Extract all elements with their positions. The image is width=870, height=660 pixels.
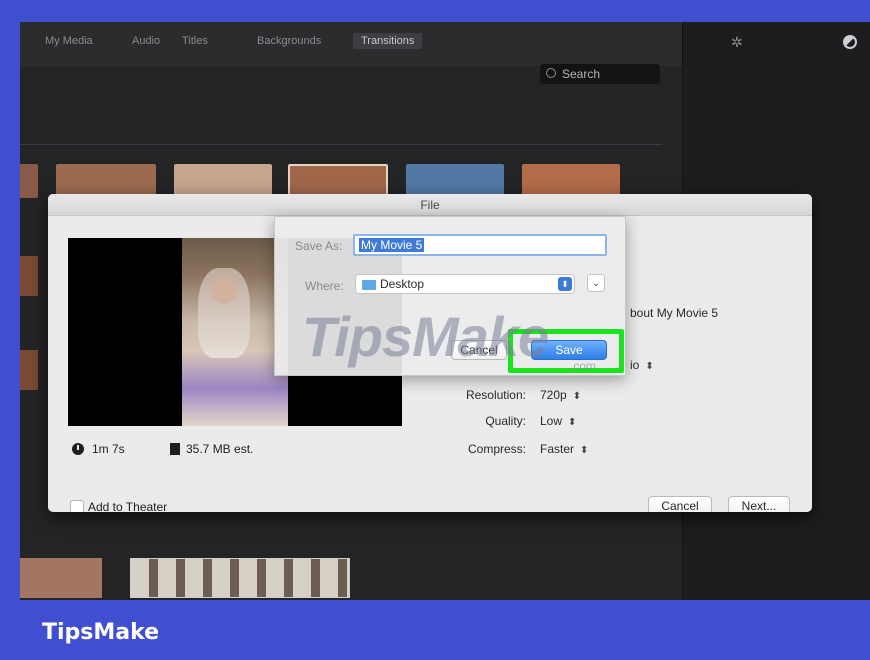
- timeline-clip[interactable]: [20, 350, 38, 390]
- estimated-file-size: 35.7 MB est.: [186, 442, 254, 456]
- tab-titles[interactable]: Titles: [182, 35, 208, 47]
- compress-popup[interactable]: Faster ⬍: [540, 442, 588, 456]
- quality-label: Quality:: [485, 414, 526, 428]
- magic-wand-icon[interactable]: ✲: [731, 34, 749, 52]
- where-value: Desktop: [380, 277, 425, 291]
- preview-subject: [198, 268, 250, 358]
- timeline-clip[interactable]: [20, 256, 38, 296]
- tab-audio[interactable]: Audio: [132, 35, 160, 47]
- stepper-icon: ⬍: [580, 445, 589, 456]
- dialog-titlebar: File: [48, 194, 812, 216]
- cancel-button[interactable]: Cancel: [648, 496, 712, 512]
- folder-icon: [362, 280, 376, 290]
- imovie-window: My Media Audio Titles Backgrounds Transi…: [20, 22, 870, 600]
- clock-icon: [72, 443, 84, 455]
- transition-thumbnail[interactable]: [406, 164, 504, 198]
- browser-divider: [20, 144, 662, 145]
- transition-thumbnail-selected[interactable]: [288, 164, 388, 198]
- chevron-updown-icon: ⬍: [558, 277, 572, 291]
- transition-thumbnail[interactable]: [174, 164, 272, 198]
- tab-backgrounds[interactable]: Backgrounds: [257, 35, 321, 47]
- where-label: Where:: [305, 279, 344, 293]
- search-icon: [546, 68, 556, 78]
- add-to-theater-checkbox[interactable]: [70, 500, 84, 512]
- resolution-label: Resolution:: [465, 388, 526, 402]
- stepper-icon: ⬍: [645, 361, 654, 372]
- file-icon: [170, 443, 180, 455]
- timeline-clip[interactable]: [130, 558, 350, 598]
- transition-thumbnail[interactable]: [522, 164, 620, 198]
- tipsmake-watermark: TipsMake: [302, 305, 549, 368]
- tipsmake-brand-label: TipsMake: [42, 620, 160, 645]
- quality-popup[interactable]: Low ⬍: [540, 414, 576, 428]
- watermark-suffix: .com: [570, 359, 597, 373]
- color-correction-icon[interactable]: [843, 35, 857, 49]
- transition-thumbnail[interactable]: [20, 164, 38, 198]
- save-as-value: My Movie 5: [359, 238, 425, 252]
- add-to-theater-label: Add to Theater: [88, 500, 168, 512]
- save-as-label: Save As:: [295, 239, 343, 253]
- dialog-title: File: [420, 198, 440, 212]
- tab-transitions[interactable]: Transitions: [353, 33, 423, 49]
- stepper-icon: ⬍: [572, 391, 582, 402]
- movie-duration: 1m 7s: [92, 442, 125, 456]
- movie-description-field[interactable]: bout My Movie 5: [630, 306, 718, 320]
- tab-my-media[interactable]: My Media: [45, 35, 93, 47]
- next-button[interactable]: Next...: [728, 496, 790, 512]
- compress-label: Compress:: [467, 442, 526, 456]
- search-label: Search: [562, 67, 601, 81]
- where-location-select[interactable]: Desktop ⬍: [355, 274, 575, 294]
- transition-thumbnail[interactable]: [56, 164, 156, 198]
- expand-sheet-button[interactable]: ⌄: [587, 274, 605, 292]
- save-as-input[interactable]: My Movie 5: [353, 234, 607, 256]
- format-value[interactable]: io ⬍: [630, 358, 654, 372]
- search-field[interactable]: Search: [540, 64, 660, 84]
- timeline-clip[interactable]: [20, 558, 102, 598]
- resolution-popup[interactable]: 720p ⬍: [540, 388, 581, 402]
- stepper-icon: ⬍: [568, 417, 577, 428]
